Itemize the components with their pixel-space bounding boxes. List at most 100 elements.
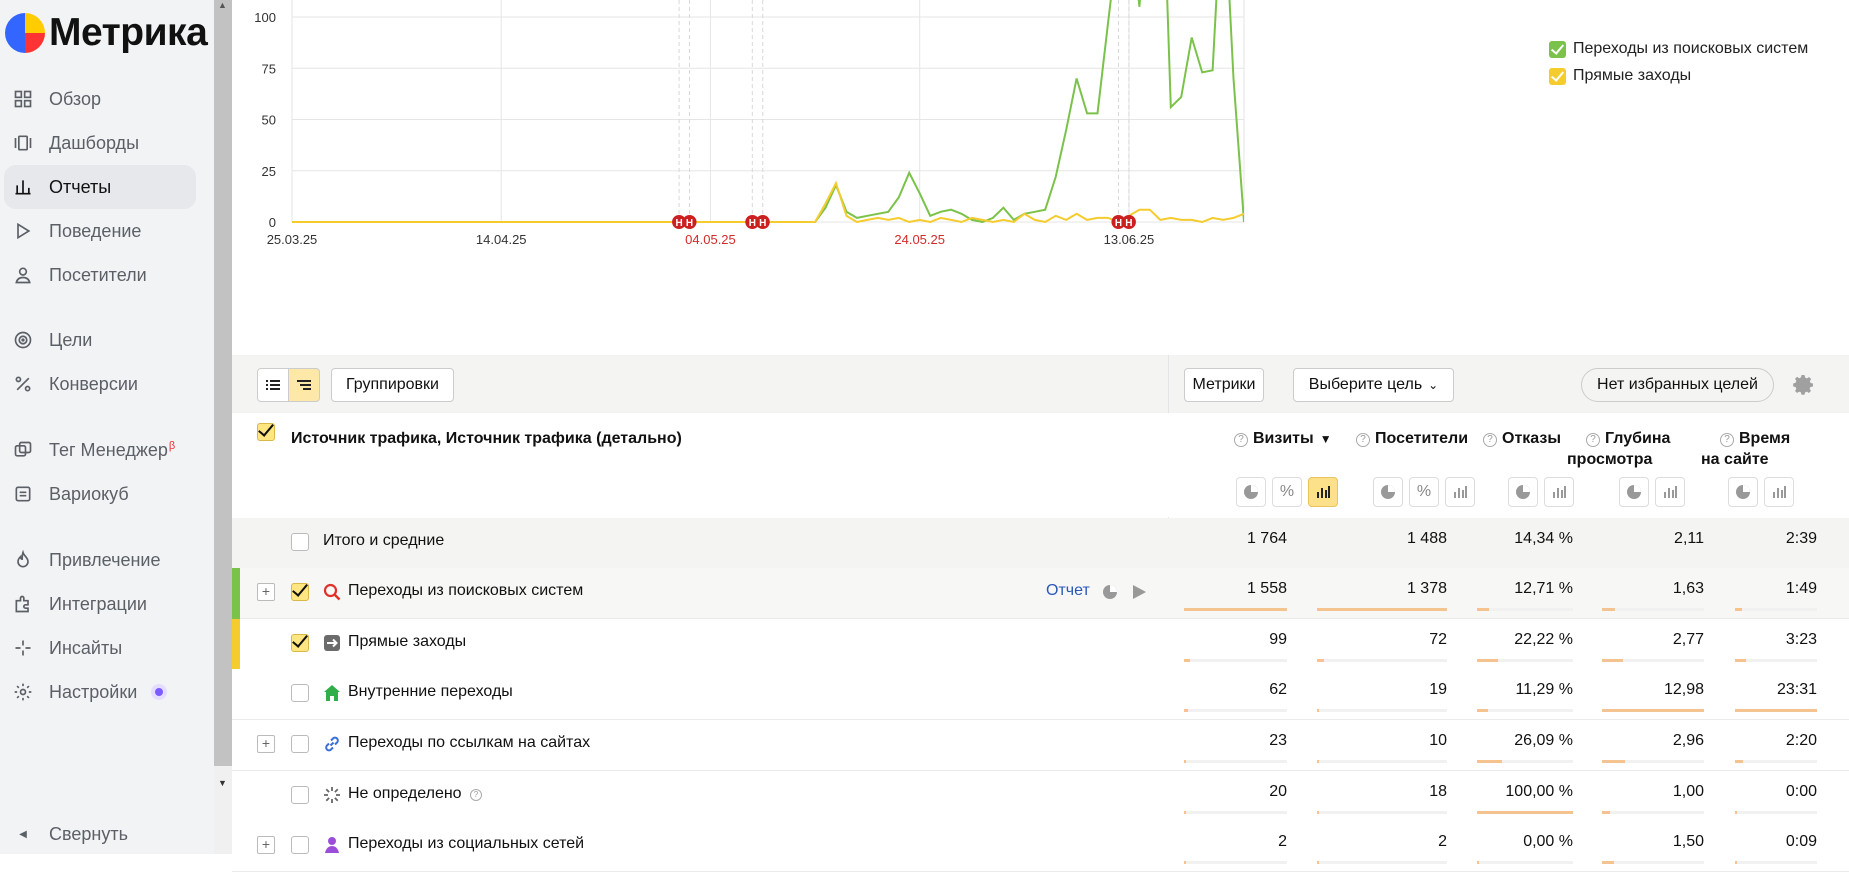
column-header-0[interactable]: ? Визиты ▼ (1234, 428, 1332, 450)
metrics-button[interactable]: Метрики (1184, 368, 1264, 402)
sort-desc-icon[interactable]: ▼ (1320, 432, 1332, 446)
sidebar-item-11[interactable]: Инсайты (4, 626, 196, 670)
holiday-marker-label: Н (686, 218, 693, 229)
value-bar-fill (1602, 861, 1615, 864)
notification-dot (151, 684, 168, 700)
table-row[interactable]: Прямые заходы 99 72 22,22 % 2,77 3:23 (232, 619, 1849, 670)
sidebar-item-12[interactable]: Настройки (4, 670, 196, 714)
help-icon[interactable]: ? (1234, 433, 1248, 447)
bar-chart-icon[interactable] (1308, 477, 1338, 507)
sidebar-item-7[interactable]: Тег Менеджерβ (4, 428, 196, 472)
cell-value: 0:00 (1785, 783, 1817, 800)
pie-chart-icon[interactable] (1236, 477, 1266, 507)
home-icon (322, 683, 342, 703)
bar-chart-icon[interactable] (1764, 477, 1794, 507)
percent-icon[interactable]: % (1409, 477, 1439, 507)
pie-chart-icon[interactable] (1102, 584, 1118, 605)
sidebar-item-4[interactable]: Посетители (4, 253, 196, 297)
sidebar-item-2[interactable]: Отчеты (4, 165, 196, 209)
legend-checkbox[interactable] (1549, 40, 1566, 58)
row-checkbox[interactable] (291, 735, 309, 753)
percent-icon[interactable]: % (1272, 477, 1302, 507)
row-checkbox[interactable] (291, 684, 309, 702)
row-checkbox[interactable] (291, 634, 309, 652)
sidebar-item-label: Отчеты (49, 176, 112, 197)
logo[interactable]: Метрика (5, 10, 208, 56)
sidebar-scrollbar[interactable]: ▲ ▼ (214, 0, 232, 854)
sidebar-item-label: Вариокуб (49, 483, 129, 504)
holiday-marker-label: Н (1125, 218, 1132, 229)
sidebar-item-6[interactable]: Конверсии (4, 362, 196, 406)
value-bar-fill (1477, 811, 1573, 814)
column-header-3[interactable]: ? Глубина просмотра (1567, 428, 1671, 470)
scroll-down-arrow-icon[interactable]: ▼ (218, 778, 227, 788)
help-icon[interactable]: ? (1720, 433, 1734, 447)
sidebar-item-3[interactable]: Поведение (4, 209, 196, 253)
y-tick-label: 75 (262, 61, 276, 76)
help-icon[interactable]: ? (1586, 433, 1600, 447)
list-view-button[interactable] (257, 368, 289, 402)
bar-chart-icon[interactable] (1445, 477, 1475, 507)
sidebar-item-10[interactable]: Интеграции (4, 582, 196, 626)
sidebar-item-0[interactable]: Обзор (4, 77, 196, 121)
value-bar-track (1184, 709, 1287, 712)
legend-item-direct[interactable]: Прямые заходы (1549, 67, 1691, 85)
cell-value: 2:39 (1785, 530, 1817, 547)
favorite-goals-button[interactable]: Нет избранных целей (1581, 368, 1774, 402)
bar-chart-icon[interactable] (1544, 477, 1574, 507)
help-icon[interactable]: ? (1356, 433, 1370, 447)
collapse-button[interactable]: ◀ Свернуть (4, 815, 196, 853)
expand-button[interactable]: + (257, 836, 275, 854)
table-row[interactable]: + Переходы по ссылкам на сайтах 23 10 26,09 … (232, 720, 1849, 771)
select-all-checkbox[interactable] (257, 423, 275, 441)
legend-checkbox[interactable] (1549, 67, 1566, 85)
column-title-line2: на сайте (1701, 451, 1769, 468)
help-icon[interactable]: ? (1483, 433, 1497, 447)
cell-value: 2,96 (1672, 732, 1704, 749)
value-bar-track (1602, 608, 1704, 611)
report-link[interactable]: Отчет (1046, 582, 1090, 600)
value-bar-track (1735, 811, 1817, 814)
expand-button[interactable]: + (257, 735, 275, 753)
holiday-marker-label: Н (1115, 218, 1122, 229)
series-color-bar (232, 568, 240, 619)
pie-chart-icon[interactable] (1508, 477, 1538, 507)
sidebar-item-8[interactable]: Вариокуб (4, 472, 196, 516)
column-header-1[interactable]: ? Посетители (1356, 428, 1468, 449)
bar-chart-icon[interactable] (1655, 477, 1685, 507)
value-bar-track (1317, 760, 1447, 763)
expand-button[interactable]: + (257, 583, 275, 601)
goal-select[interactable]: Выберите цель ⌄ (1293, 368, 1454, 402)
table-row[interactable]: Внутренние переходы 62 19 11,29 % 12,98 23:31 (232, 669, 1849, 720)
y-tick-label: 100 (254, 10, 276, 25)
help-icon[interactable]: ? (470, 789, 482, 801)
table-row[interactable]: Не определено? 20 18 100,00 % 1,00 0:00 (232, 771, 1849, 822)
column-header-4[interactable]: ? Время на сайте (1701, 428, 1790, 470)
legend-item-search[interactable]: Переходы из поисковых систем (1549, 40, 1808, 58)
sidebar-item-1[interactable]: Дашборды (4, 121, 196, 165)
table-row[interactable]: + Переходы из поисковых систем Отчет 1 558 1… (232, 568, 1849, 619)
row-checkbox[interactable] (291, 836, 309, 854)
row-checkbox[interactable] (291, 533, 309, 551)
totals-row[interactable]: Итого и средние 1 764 1 488 14,34 % 2,11 2:39 (232, 518, 1849, 569)
play-icon[interactable] (1130, 583, 1148, 606)
pie-chart-icon[interactable] (1728, 477, 1758, 507)
scrollbar-thumb[interactable] (214, 0, 232, 766)
gear-icon[interactable] (1792, 373, 1816, 397)
tree-view-button[interactable] (288, 368, 320, 402)
sidebar-item-9[interactable]: Привлечение (4, 538, 196, 582)
row-checkbox[interactable] (291, 583, 309, 601)
row-checkbox[interactable] (291, 786, 309, 804)
value-bar-fill (1317, 861, 1319, 864)
groupings-button[interactable]: Группировки (331, 368, 454, 402)
sidebar-item-5[interactable]: Цели (4, 318, 196, 362)
legend-label: Прямые заходы (1573, 67, 1692, 84)
table-row[interactable]: + Переходы из социальных сетей 2 2 0,00 % 1,5… (232, 821, 1849, 872)
column-header-2[interactable]: ? Отказы (1483, 428, 1561, 449)
person-icon (322, 835, 342, 855)
pie-chart-icon[interactable] (1619, 477, 1649, 507)
value-bar-track (1602, 811, 1704, 814)
scroll-up-arrow-icon[interactable]: ▲ (218, 0, 227, 10)
pie-chart-icon[interactable] (1373, 477, 1403, 507)
column-title: Глубина (1605, 430, 1671, 447)
